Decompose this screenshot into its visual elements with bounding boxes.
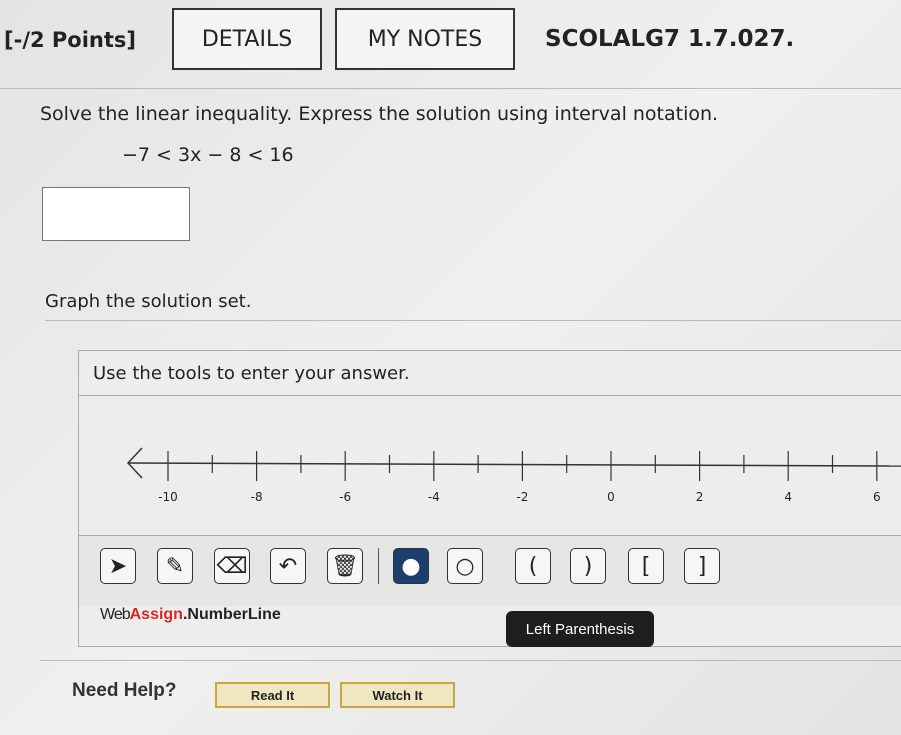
divider <box>0 88 901 89</box>
pointer-icon: ➤ <box>108 553 128 579</box>
tick-label: 4 <box>784 490 792 504</box>
tick-label: -6 <box>339 490 351 504</box>
watch-it-button[interactable]: Watch It <box>340 682 455 708</box>
left-bracket-tool-button[interactable]: [ <box>628 548 664 584</box>
tick-label: 2 <box>696 490 704 504</box>
read-it-button[interactable]: Read It <box>215 682 330 708</box>
tick-label: -10 <box>158 490 178 504</box>
inequality: −7 < 3x − 8 < 16 <box>122 144 294 166</box>
pencil-tool-button[interactable]: ✎ <box>157 548 193 584</box>
answer-input[interactable] <box>42 187 190 241</box>
left-parenthesis-tool-button[interactable]: ( <box>515 548 551 584</box>
undo-icon: ↶ <box>278 553 298 579</box>
right-parenthesis-icon: ) <box>583 553 593 579</box>
left-parenthesis-icon: ( <box>528 553 538 579</box>
right-bracket-tool-button[interactable]: ] <box>684 548 720 584</box>
tick-label: 6 <box>873 490 881 504</box>
tick-label: 0 <box>607 490 615 504</box>
webassign-logo: WebAssign.NumberLine <box>100 606 281 623</box>
eraser-icon: ⌫ <box>216 553 248 579</box>
graph-prompt: Graph the solution set. <box>45 291 252 312</box>
axis-line <box>127 462 901 467</box>
points-label: [-/2 Points] <box>4 28 137 52</box>
closed-point-tool-button[interactable]: ● <box>393 548 429 584</box>
pencil-icon: ✎ <box>165 553 185 579</box>
tick-label: -2 <box>516 490 528 504</box>
toolbar-separator <box>378 548 379 584</box>
undo-tool-button[interactable]: ↶ <box>270 548 306 584</box>
pointer-tool-button[interactable]: ➤ <box>100 548 136 584</box>
trash-icon: 🗑 <box>331 553 359 579</box>
instructions: Use the tools to enter your answer. <box>93 363 410 384</box>
right-bracket-icon: ] <box>697 553 707 579</box>
divider <box>45 320 901 321</box>
question-prompt: Solve the linear inequality. Express the… <box>40 103 719 125</box>
closed-point-icon: ● <box>401 553 421 579</box>
open-point-tool-button[interactable]: ○ <box>447 548 483 584</box>
tick-label: -4 <box>428 490 440 504</box>
eraser-tool-button[interactable]: ⌫ <box>214 548 250 584</box>
right-parenthesis-tool-button[interactable]: ) <box>570 548 606 584</box>
details-button[interactable]: DETAILS <box>172 8 322 70</box>
my-notes-button[interactable]: MY NOTES <box>335 8 515 70</box>
number-line[interactable]: -10 -8 -6 -4 -2 0 2 4 6 <box>0 440 901 520</box>
open-point-icon: ○ <box>455 553 475 579</box>
tooltip: Left Parenthesis <box>506 611 654 647</box>
need-help-label: Need Help? <box>72 680 177 701</box>
divider <box>40 660 901 661</box>
tick-label: -8 <box>251 490 263 504</box>
trash-tool-button[interactable]: 🗑 <box>327 548 363 584</box>
problem-id: SCOLALG7 1.7.027. <box>545 26 795 52</box>
left-bracket-icon: [ <box>641 553 651 579</box>
